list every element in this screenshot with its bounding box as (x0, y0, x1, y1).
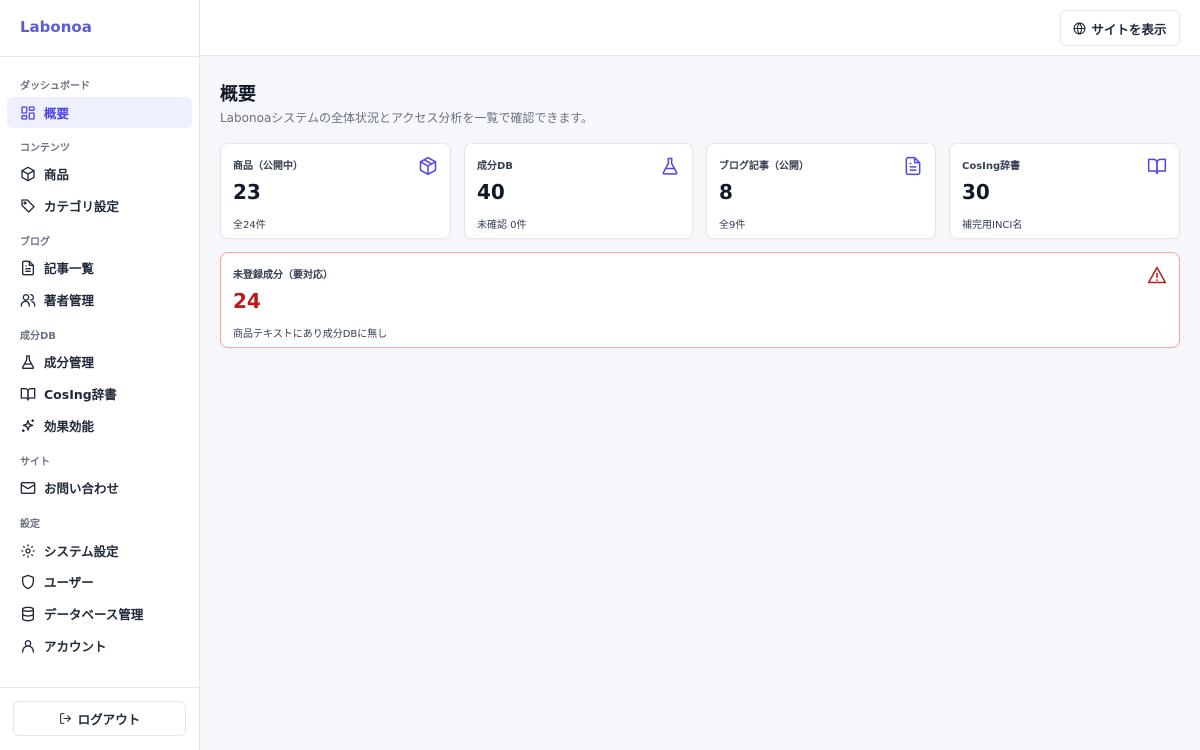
sidebar-item-database[interactable]: データベース管理 (7, 598, 192, 629)
page-subtitle: Labonoaシステムの全体状況とアクセス分析を一覧で確認できます。 (220, 111, 594, 125)
card-sub: 商品テキストにあり成分DBに無し (233, 329, 388, 340)
card-label: 商品（公開中） (233, 161, 303, 172)
warning-icon (1147, 266, 1167, 284)
card-label: 未登録成分（要対応） (233, 270, 333, 281)
logout-button[interactable]: ログアウト (13, 701, 186, 736)
sidebar-item-label: 商品 (44, 167, 70, 182)
stat-card-blog-posts[interactable]: ブログ記事（公開） 8 全9件 (706, 143, 936, 239)
shield-icon (22, 574, 34, 589)
sparkles-icon (22, 418, 34, 432)
sidebar-item-label: システム設定 (44, 544, 119, 559)
book-icon (20, 387, 36, 401)
sidebar-item-overview[interactable]: 概要 (7, 97, 192, 128)
document-icon (22, 260, 34, 275)
card-sub: 全9件 (719, 220, 746, 231)
sidebar-item-label: お問い合わせ (44, 481, 120, 496)
mail-icon (20, 481, 36, 494)
sidebar-item-label: 効果効能 (44, 419, 95, 434)
section-label-ingredient-db: 成分DB (20, 331, 56, 342)
gear-icon (21, 543, 35, 558)
card-sub: 未確認 0件 (477, 220, 527, 231)
card-sub: 補完用INCI名 (962, 220, 1023, 231)
box-icon (419, 156, 437, 176)
flask-icon (662, 157, 678, 175)
sidebar-item-label: アカウント (44, 639, 107, 654)
tag-icon (21, 198, 35, 213)
flask-icon (21, 354, 35, 369)
box-icon (21, 166, 35, 181)
page-title: 概要 (220, 84, 256, 105)
card-value: 24 (233, 289, 261, 313)
grid-icon (21, 105, 35, 120)
sidebar-item-articles[interactable]: 記事一覧 (7, 252, 192, 283)
sidebar-item-label: 著者管理 (44, 293, 95, 308)
users-icon (20, 293, 36, 307)
sidebar-item-label: 成分管理 (44, 355, 95, 370)
logout-icon (59, 713, 71, 724)
card-label: CosIng辞書 (962, 161, 1021, 172)
stat-card-products[interactable]: 商品（公開中） 23 全24件 (220, 143, 451, 239)
sidebar-item-contact[interactable]: お問い合わせ (7, 472, 192, 503)
sidebar-item-label: 概要 (44, 106, 70, 121)
card-label: ブログ記事（公開） (719, 161, 809, 172)
sidebar-item-products[interactable]: 商品 (7, 158, 192, 189)
card-label: 成分DB (477, 161, 513, 172)
stat-card-ingredient-db[interactable]: 成分DB 40 未確認 0件 (464, 143, 693, 239)
brand-logo[interactable]: Labonoa (20, 18, 92, 36)
database-icon (22, 606, 34, 621)
sidebar-item-label: ユーザー (44, 575, 94, 590)
sidebar-item-label: カテゴリ設定 (44, 199, 120, 214)
sidebar-item-ingredients[interactable]: 成分管理 (7, 346, 192, 377)
card-value: 40 (477, 180, 505, 204)
divider (0, 56, 199, 57)
sidebar-item-authors[interactable]: 著者管理 (7, 284, 192, 315)
sidebar-item-effects[interactable]: 効果効能 (7, 410, 192, 441)
card-sub: 全24件 (233, 220, 266, 231)
document-icon (905, 156, 921, 176)
stat-card-cosing[interactable]: CosIng辞書 30 補完用INCI名 (949, 143, 1180, 239)
section-label-contents: コンテンツ (20, 143, 70, 154)
card-value: 8 (719, 180, 733, 204)
sidebar-item-users[interactable]: ユーザー (7, 566, 192, 597)
sidebar-item-label: 記事一覧 (44, 261, 95, 276)
logout-label: ログアウト (77, 712, 141, 727)
alert-card-unregistered-ingredients[interactable]: 未登録成分（要対応） 24 商品テキストにあり成分DBに無し (220, 252, 1180, 348)
view-site-label: サイトを表示 (1091, 21, 1167, 37)
user-icon (22, 639, 34, 653)
sidebar-item-cosing[interactable]: CosIng辞書 (7, 378, 192, 409)
view-site-button[interactable]: サイトを表示 (1060, 10, 1180, 46)
sidebar-item-label: CosIng辞書 (44, 387, 117, 402)
sidebar-item-categories[interactable]: カテゴリ設定 (7, 190, 192, 221)
section-label-blog: ブログ (20, 237, 50, 248)
card-value: 23 (233, 180, 261, 204)
section-label-settings: 設定 (20, 519, 40, 530)
sidebar-item-account[interactable]: アカウント (7, 630, 192, 661)
sidebar: Labonoa ダッシュボード 概要 コンテンツ 商品 カテゴリ設定 ブログ 記… (0, 0, 200, 750)
card-value: 30 (962, 180, 990, 204)
book-icon (1147, 158, 1167, 175)
top-bar: サイトを表示 (200, 0, 1200, 56)
sidebar-item-system-settings[interactable]: システム設定 (7, 535, 192, 566)
sidebar-item-label: データベース管理 (44, 607, 144, 622)
divider (0, 687, 199, 688)
globe-icon (1074, 22, 1086, 34)
section-label-site: サイト (20, 457, 50, 468)
section-label-dashboard: ダッシュボード (20, 81, 90, 92)
